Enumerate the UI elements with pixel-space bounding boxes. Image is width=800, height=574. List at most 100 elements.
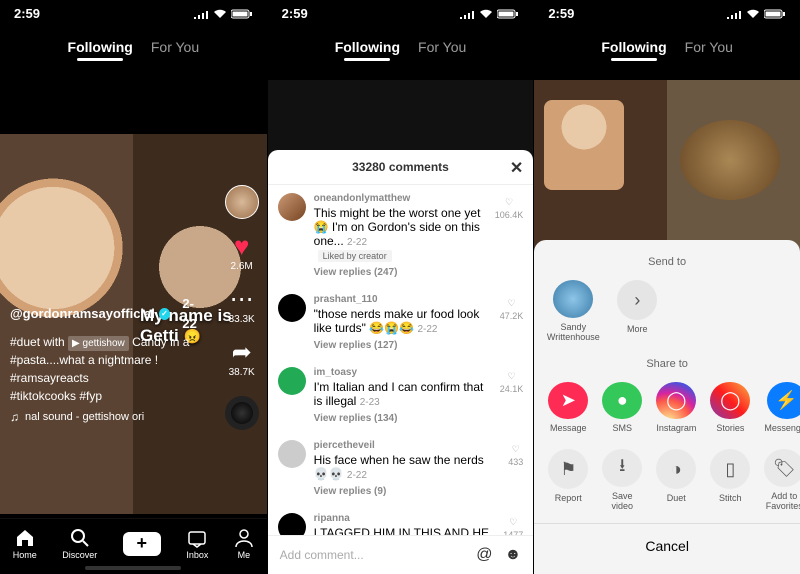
- emoji-icon[interactable]: ☻: [504, 546, 521, 564]
- nav-inbox[interactable]: Inbox: [186, 528, 208, 560]
- status-bar: 2:59: [534, 0, 800, 23]
- nav-discover[interactable]: Discover: [62, 528, 97, 560]
- like-comment[interactable]: ♡106.4K: [495, 193, 524, 278]
- signal-icon: [726, 9, 742, 19]
- share-count: 38.7K: [229, 367, 255, 378]
- comments-header: 33280 comments ✕: [268, 150, 534, 185]
- comment-user[interactable]: ripanna: [314, 513, 496, 524]
- heart-icon: ♡: [505, 197, 513, 208]
- flag-icon: ⚑: [548, 449, 588, 489]
- heart-icon: ♥: [229, 233, 255, 259]
- action-rail: ♥ 2.6M ⋯ 33.3K ➦ 38.7K: [225, 185, 259, 430]
- tab-foryou[interactable]: For You: [151, 39, 199, 55]
- share-message[interactable]: ➤Message: [548, 382, 588, 434]
- comment-icon: ⋯: [229, 286, 255, 312]
- comments-list[interactable]: oneandonlymatthew This might be the wors…: [268, 185, 534, 535]
- action-favorite[interactable]: 🏷Add to Favorites: [764, 449, 800, 511]
- sound-row[interactable]: ♫ nal sound - gettishow ori: [10, 408, 207, 426]
- feed-tabs: Following For You: [534, 23, 800, 63]
- video-feed[interactable]: My name is Getti 😠 ♥ 2.6M ⋯ 33.3K ➦ 38.7…: [0, 110, 267, 514]
- status-icons: [193, 9, 253, 19]
- nav-home[interactable]: Home: [13, 528, 37, 560]
- avatar[interactable]: [278, 367, 306, 395]
- avatar[interactable]: [278, 294, 306, 322]
- like-comment[interactable]: ♡24.1K: [500, 367, 524, 424]
- phone-comments: 2:59 Following For You 33280 comments ✕ …: [267, 0, 534, 574]
- comment-item[interactable]: im_toasy I'm Italian and I can confirm t…: [268, 359, 534, 432]
- duet-chip[interactable]: ▶ gettishow: [68, 336, 129, 351]
- sound-name: nal sound - gettishow ori: [25, 409, 144, 426]
- comment-item[interactable]: prashant_110 "those nerds make ur food l…: [268, 286, 534, 359]
- feed-tabs: Following For You: [268, 23, 534, 63]
- tab-foryou[interactable]: For You: [418, 39, 466, 55]
- comment-user[interactable]: oneandonlymatthew: [314, 193, 487, 204]
- close-icon[interactable]: ✕: [510, 158, 523, 178]
- view-replies[interactable]: View replies (247): [314, 267, 487, 278]
- bookmark-icon: 🏷: [764, 449, 800, 487]
- share-to-row: ➤Message ●SMS ◯Instagram ◯Stories ⚡Messe…: [534, 378, 800, 446]
- view-replies[interactable]: View replies (127): [314, 340, 492, 351]
- home-indicator: [85, 566, 181, 570]
- comment-user[interactable]: im_toasy: [314, 367, 492, 378]
- wifi-icon: [213, 9, 227, 19]
- comment-user[interactable]: prashant_110: [314, 294, 492, 305]
- share-instagram[interactable]: ◯Instagram: [656, 382, 696, 434]
- send-to-row: Sandy Writtenhouse ›More: [534, 276, 800, 354]
- comment-text: I'm Italian and I can confirm that is il…: [314, 380, 492, 408]
- sound-disc[interactable]: [225, 396, 259, 430]
- like-comment[interactable]: ♡1477: [503, 513, 523, 535]
- action-stitch[interactable]: ▯Stitch: [710, 449, 750, 511]
- add-comment-row[interactable]: Add comment... @ ☻: [268, 535, 534, 574]
- action-report[interactable]: ⚑Report: [548, 449, 588, 511]
- like-comment[interactable]: ♡433: [508, 440, 523, 497]
- chevron-right-icon: ›: [617, 280, 657, 320]
- like-comment[interactable]: ♡47.2K: [500, 294, 524, 351]
- share-messenger[interactable]: ⚡Messenger: [764, 382, 800, 434]
- share-stories[interactable]: ◯Stories: [710, 382, 750, 434]
- comments-button[interactable]: ⋯ 33.3K: [229, 286, 255, 325]
- view-replies[interactable]: View replies (9): [314, 486, 501, 497]
- actions-row: ⚑Report ⭳Save video ◑Duet ▯Stitch 🏷Add t…: [534, 445, 800, 523]
- home-icon: [15, 528, 35, 548]
- action-duet[interactable]: ◑Duet: [656, 449, 696, 511]
- comment-user[interactable]: piercetheveil: [314, 440, 501, 451]
- tab-foryou[interactable]: For You: [685, 39, 733, 55]
- inbox-icon: [187, 528, 207, 548]
- share-sms[interactable]: ●SMS: [602, 382, 642, 434]
- share-button[interactable]: ➦ 38.7K: [229, 339, 255, 378]
- heart-icon: ♡: [508, 298, 516, 309]
- creator-avatar[interactable]: [225, 185, 259, 219]
- username-row[interactable]: @gordonramsayofficial ✓ · 2-22: [10, 294, 207, 333]
- status-bar: 2:59: [0, 0, 267, 23]
- avatar[interactable]: [278, 193, 306, 221]
- comments-sheet: 33280 comments ✕ oneandonlymatthew This …: [268, 150, 534, 574]
- like-count: 2.6M: [231, 261, 253, 272]
- nav-me[interactable]: Me: [234, 528, 254, 560]
- battery-icon: [497, 9, 519, 19]
- tab-following[interactable]: Following: [601, 39, 666, 55]
- comment-item[interactable]: ripanna I TAGGED HIM IN THIS AND HE MADE…: [268, 505, 534, 535]
- action-save[interactable]: ⭳Save video: [602, 449, 642, 511]
- tab-following[interactable]: Following: [68, 39, 133, 55]
- battery-icon: [764, 9, 786, 19]
- cancel-button[interactable]: Cancel: [534, 523, 800, 574]
- post-date: 2-22: [182, 294, 206, 333]
- wifi-icon: [746, 9, 760, 19]
- like-button[interactable]: ♥ 2.6M: [229, 233, 255, 272]
- clock: 2:59: [548, 6, 574, 21]
- feed-tabs: Following For You: [0, 23, 267, 63]
- signal-icon: [459, 9, 475, 19]
- avatar[interactable]: [278, 440, 306, 468]
- share-sheet: Send to Sandy Writtenhouse ›More Share t…: [534, 240, 800, 574]
- tab-following[interactable]: Following: [335, 39, 400, 55]
- nav-create[interactable]: +: [123, 532, 161, 556]
- mention-icon[interactable]: @: [476, 546, 492, 564]
- wifi-icon: [479, 9, 493, 19]
- comment-item[interactable]: oneandonlymatthew This might be the wors…: [268, 185, 534, 286]
- share-more[interactable]: ›More: [612, 280, 662, 342]
- view-replies[interactable]: View replies (134): [314, 413, 492, 424]
- comment-item[interactable]: piercetheveil His face when he saw the n…: [268, 432, 534, 505]
- avatar[interactable]: [278, 513, 306, 535]
- share-contact[interactable]: Sandy Writtenhouse: [548, 280, 598, 342]
- comment-text: I TAGGED HIM IN THIS AND HE MADE A VIDEO…: [314, 526, 496, 535]
